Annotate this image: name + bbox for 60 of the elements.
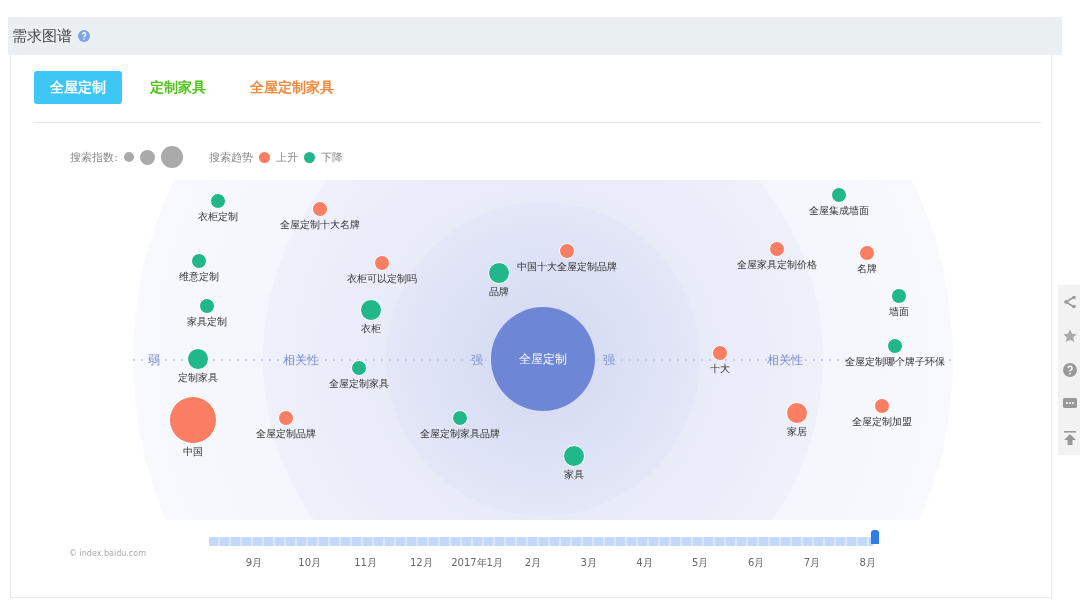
size-dot [123, 152, 134, 162]
share-icon[interactable] [1063, 295, 1077, 309]
keyword-label: 全屋集成墙面 [809, 204, 869, 218]
month-label: 2月 [523, 556, 543, 570]
keyword-label: 中国十大全屋定制品牌 [517, 260, 617, 274]
keyword-label: 品牌 [489, 285, 509, 299]
keyword-label: 墙面 [889, 305, 909, 319]
page-title: 需求图谱 [12, 26, 72, 46]
size-dot [160, 146, 183, 168]
month-label: 3月 [579, 556, 598, 570]
copyright-text: © index.baidu.com [69, 549, 147, 558]
month-label: 10月 [297, 556, 323, 570]
keyword-label: 全屋定制哪个牌子环保 [845, 355, 945, 369]
chat-icon[interactable] [1063, 397, 1077, 411]
keyword-label: 十大 [710, 362, 730, 376]
legend-label: 搜索趋势 [208, 149, 253, 165]
keyword-label: 全屋定制十大名牌 [280, 218, 360, 232]
axis-label: 强 [603, 351, 615, 369]
keyword-label: 全屋定制加盟 [852, 415, 912, 429]
month-label: 5月 [691, 556, 710, 570]
keyword-label: 名牌 [857, 262, 877, 276]
axis-label: 相关性 [767, 351, 803, 369]
trend-dot [258, 151, 270, 163]
keyword-label: 衣柜可以定制吗 [347, 272, 417, 286]
keyword-label: 衣柜 [361, 322, 381, 336]
legend-label: 上升 [275, 149, 298, 165]
legend-label: 下降 [320, 149, 343, 165]
axis-label: 相关性 [283, 351, 319, 369]
month-label: 11月 [353, 556, 378, 570]
keyword-label: 定制家具 [178, 371, 218, 385]
keyword-label: 全屋定制家具 [329, 377, 389, 391]
keyword-label: 中国 [183, 445, 203, 459]
trend-dot [303, 151, 315, 163]
size-dot [139, 149, 155, 165]
keyword-label: 全屋家具定制价格 [737, 258, 817, 272]
tab[interactable]: 全屋定制 [34, 71, 122, 104]
keyword-label: 家具 [564, 468, 584, 482]
month-label: 4月 [635, 556, 654, 570]
star-icon[interactable] [1063, 329, 1077, 343]
legend-label: 搜索指数: [70, 149, 118, 165]
keyword-label: 家居 [787, 425, 807, 439]
axis-label: 强 [471, 351, 483, 369]
month-label: 12月 [408, 556, 434, 570]
help-icon[interactable] [1063, 363, 1077, 377]
axis-label: 弱 [148, 351, 160, 369]
back-to-top-icon[interactable] [1063, 431, 1077, 445]
help-icon[interactable] [78, 30, 90, 42]
month-label: 6月 [746, 556, 766, 570]
timeline-handle[interactable] [871, 530, 879, 544]
keyword-label: 维意定制 [179, 270, 219, 284]
tab[interactable]: 全屋定制家具 [234, 71, 350, 104]
keyword-label: 衣柜定制 [198, 210, 238, 224]
month-label: 9月 [244, 556, 264, 570]
month-label: 2017年1月 [450, 556, 504, 570]
keyword-label: 家具定制 [187, 315, 227, 329]
month-label: 8月 [858, 556, 877, 570]
tab[interactable]: 定制家具 [134, 71, 222, 104]
keyword-label: 全屋定制家具品牌 [420, 427, 500, 441]
keyword-label: 全屋定制品牌 [256, 427, 316, 441]
month-label: 7月 [802, 556, 822, 570]
